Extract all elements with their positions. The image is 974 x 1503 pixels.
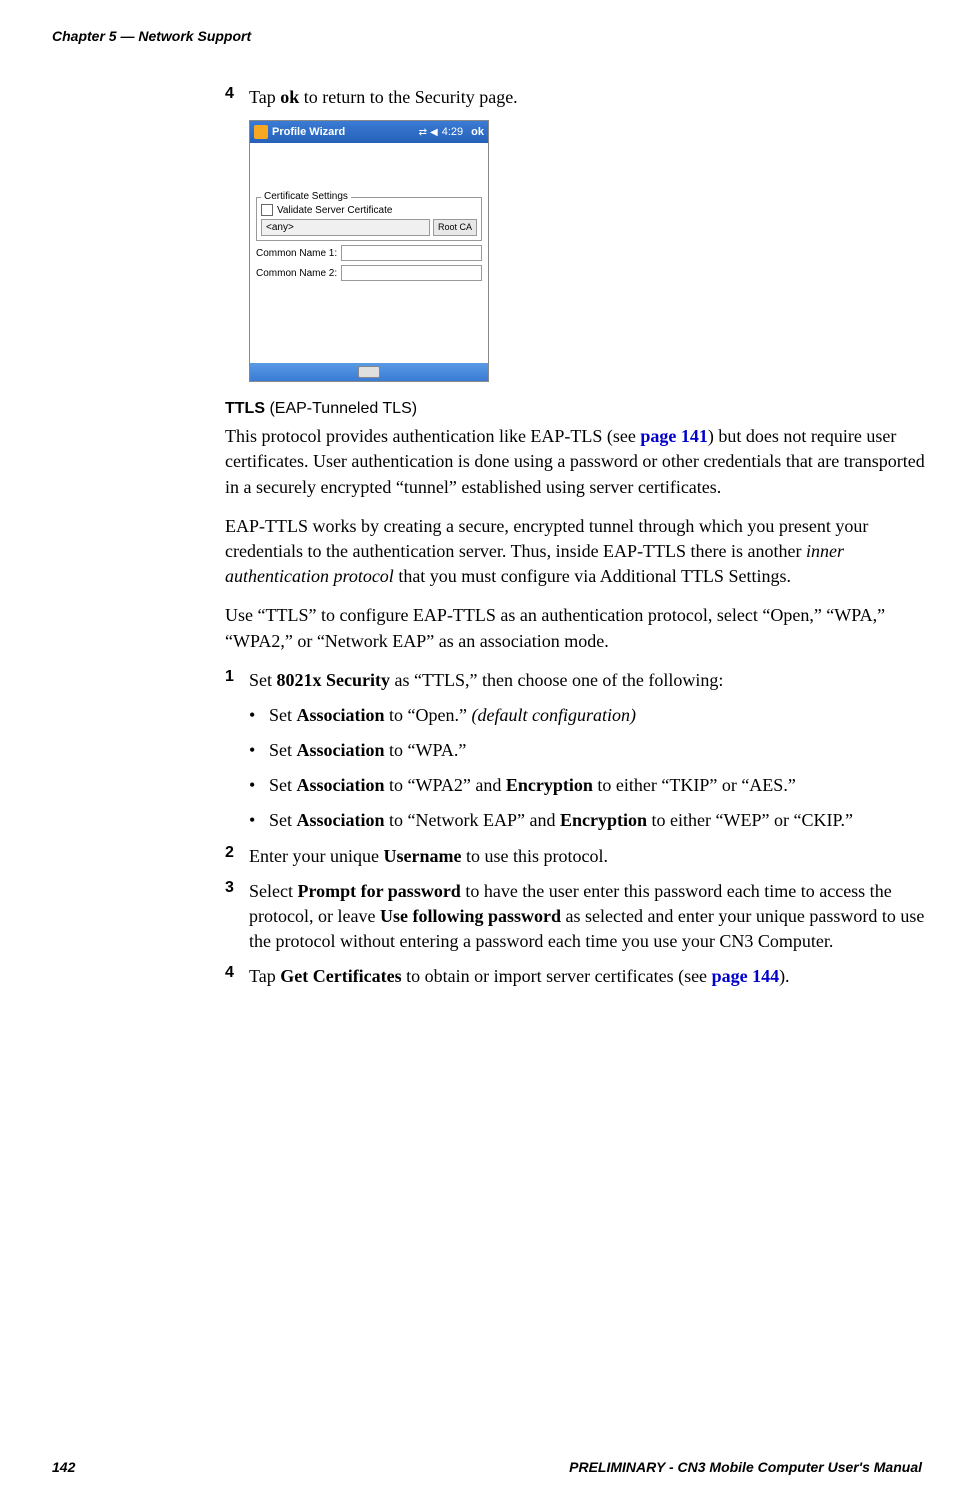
bullet-2: • Set Association to “WPA.” <box>249 738 925 763</box>
ttls-heading: TTLS (EAP-Tunneled TLS) <box>225 400 925 418</box>
ttls-rest: (EAP-Tunneled TLS) <box>265 400 417 417</box>
bullet-text: Set Association to “Network EAP” and Enc… <box>269 808 925 833</box>
bullet-4: • Set Association to “Network EAP” and E… <box>249 808 925 833</box>
clock-time: 4:29 <box>442 126 463 138</box>
step-number: 1 <box>225 668 249 693</box>
page-141-link[interactable]: page 141 <box>640 426 708 446</box>
network-icon: ⇄ <box>419 127 427 138</box>
ok-button[interactable]: ok <box>471 126 484 138</box>
step-number: 4 <box>225 964 249 989</box>
ok-bold: ok <box>280 87 299 107</box>
para-2: EAP-TTLS works by creating a secure, enc… <box>225 514 925 590</box>
titlebar: Profile Wizard ⇄ ◀ 4:29 ok <box>250 121 488 143</box>
para-3: Use “TTLS” to configure EAP-TTLS as an a… <box>225 603 925 653</box>
step-1: 1 Set 8021x Security as “TTLS,” then cho… <box>225 668 925 693</box>
step-4a: 4 Tap ok to return to the Security page. <box>225 85 925 110</box>
volume-icon: ◀ <box>430 127 438 138</box>
page-number: 142 <box>52 1459 75 1475</box>
common-name-1-row: Common Name 1: <box>256 245 482 261</box>
para-1: This protocol provides authentication li… <box>225 424 925 500</box>
certificate-settings-legend: Certificate Settings <box>261 191 351 202</box>
validate-checkbox-row: Validate Server Certificate <box>261 204 477 216</box>
screenshot-body: Certificate Settings Validate Server Cer… <box>250 143 488 363</box>
certificate-settings-fieldset: Certificate Settings Validate Server Cer… <box>256 197 482 241</box>
bullet-dot: • <box>249 773 269 798</box>
root-ca-button[interactable]: Root CA <box>433 219 477 236</box>
bullet-1: • Set Association to “Open.” (default co… <box>249 703 925 728</box>
bullet-dot: • <box>249 738 269 763</box>
step-number: 3 <box>225 879 249 955</box>
step-text: Set 8021x Security as “TTLS,” then choos… <box>249 668 723 693</box>
windows-icon <box>254 125 268 139</box>
bullet-text: Set Association to “WPA2” and Encryption… <box>269 773 925 798</box>
status-icons: ⇄ ◀ <box>419 127 438 138</box>
content-area: 4 Tap ok to return to the Security page.… <box>225 85 925 1000</box>
manual-title: PRELIMINARY - CN3 Mobile Computer User's… <box>569 1459 922 1475</box>
keyboard-icon[interactable] <box>358 366 380 378</box>
step-3: 3 Select Prompt for password to have the… <box>225 879 925 955</box>
step-text: Select Prompt for password to have the u… <box>249 879 925 955</box>
step-text: Tap ok to return to the Security page. <box>249 85 518 110</box>
common-name-1-input[interactable] <box>341 245 482 261</box>
cert-dropdown-row: <any> Root CA <box>261 219 477 236</box>
page-footer: 142 PRELIMINARY - CN3 Mobile Computer Us… <box>52 1459 922 1475</box>
step-text: Enter your unique Username to use this p… <box>249 844 608 869</box>
bottom-bar <box>250 363 488 381</box>
step-4b: 4 Tap Get Certificates to obtain or impo… <box>225 964 925 989</box>
step-number: 4 <box>225 85 249 110</box>
bullet-list: • Set Association to “Open.” (default co… <box>249 703 925 834</box>
validate-label: Validate Server Certificate <box>277 205 392 216</box>
common-name-2-row: Common Name 2: <box>256 265 482 281</box>
common-name-1-label: Common Name 1: <box>256 248 337 259</box>
bullet-dot: • <box>249 703 269 728</box>
common-name-2-label: Common Name 2: <box>256 268 337 279</box>
common-name-2-input[interactable] <box>341 265 482 281</box>
validate-checkbox[interactable] <box>261 204 273 216</box>
step-text: Tap Get Certificates to obtain or import… <box>249 964 790 989</box>
profile-wizard-screenshot: Profile Wizard ⇄ ◀ 4:29 ok Certificate S… <box>249 120 489 382</box>
bullet-dot: • <box>249 808 269 833</box>
bullet-text: Set Association to “WPA.” <box>269 738 925 763</box>
bullet-text: Set Association to “Open.” (default conf… <box>269 703 925 728</box>
ttls-bold: TTLS <box>225 400 265 417</box>
window-title: Profile Wizard <box>272 126 419 138</box>
chapter-label: Chapter 5 — Network Support <box>52 28 251 44</box>
step-number: 2 <box>225 844 249 869</box>
bullet-3: • Set Association to “WPA2” and Encrypti… <box>249 773 925 798</box>
step-2: 2 Enter your unique Username to use this… <box>225 844 925 869</box>
cert-dropdown[interactable]: <any> <box>261 219 430 236</box>
page-144-link[interactable]: page 144 <box>712 966 780 986</box>
page-header: Chapter 5 — Network Support <box>52 28 251 44</box>
